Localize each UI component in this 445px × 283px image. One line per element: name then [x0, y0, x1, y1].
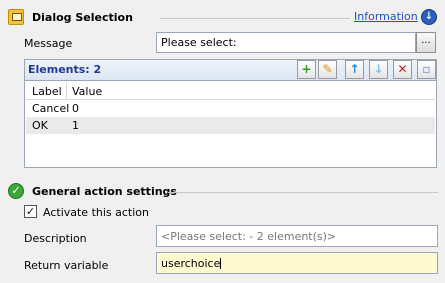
section-divider — [160, 18, 350, 19]
section-title: Dialog Selection — [32, 11, 133, 24]
edit-icon[interactable]: ✎ — [318, 60, 337, 79]
return-variable-field[interactable]: userchoice — [156, 252, 438, 274]
clear-icon[interactable]: ▫ — [417, 60, 436, 79]
description-label: Description — [24, 232, 87, 245]
dialog-icon — [8, 9, 24, 25]
move-up-icon[interactable]: ↑ — [345, 60, 364, 79]
activate-checkbox-label[interactable]: Activate this action — [43, 206, 149, 219]
column-header-label[interactable]: Label — [32, 85, 62, 98]
row-value-cell[interactable]: 0 — [72, 102, 79, 115]
activate-checkbox[interactable]: ✓ — [24, 205, 37, 218]
column-separator[interactable] — [66, 83, 67, 99]
column-header-value[interactable]: Value — [72, 85, 102, 98]
row-value-cell[interactable]: 1 — [72, 119, 79, 132]
elements-title: Elements: 2 — [28, 63, 102, 76]
message-field[interactable]: Please select: — [156, 32, 416, 53]
information-link[interactable]: Information — [354, 10, 418, 23]
return-variable-value: userchoice — [161, 257, 221, 270]
delete-icon[interactable]: ✕ — [393, 60, 412, 79]
message-browse-button[interactable]: ... — [416, 32, 436, 53]
text-caret — [220, 258, 222, 269]
message-label: Message — [24, 37, 73, 50]
row-label-cell[interactable]: Cancel — [32, 102, 69, 115]
move-down-icon[interactable]: ↓ — [369, 60, 388, 79]
add-icon[interactable]: + — [297, 60, 316, 79]
table-row-selected[interactable] — [26, 117, 435, 134]
general-section-title: General action settings — [32, 185, 177, 198]
table-row[interactable] — [26, 100, 435, 117]
arrow-down-circle-icon[interactable]: ↓ — [421, 9, 437, 25]
return-variable-label: Return variable — [24, 259, 109, 272]
check-circle-icon: ✓ — [8, 183, 24, 199]
row-label-cell[interactable]: OK — [32, 119, 48, 132]
general-section-divider — [168, 192, 438, 193]
description-field[interactable]: <Please select: - 2 element(s)> — [156, 225, 438, 247]
